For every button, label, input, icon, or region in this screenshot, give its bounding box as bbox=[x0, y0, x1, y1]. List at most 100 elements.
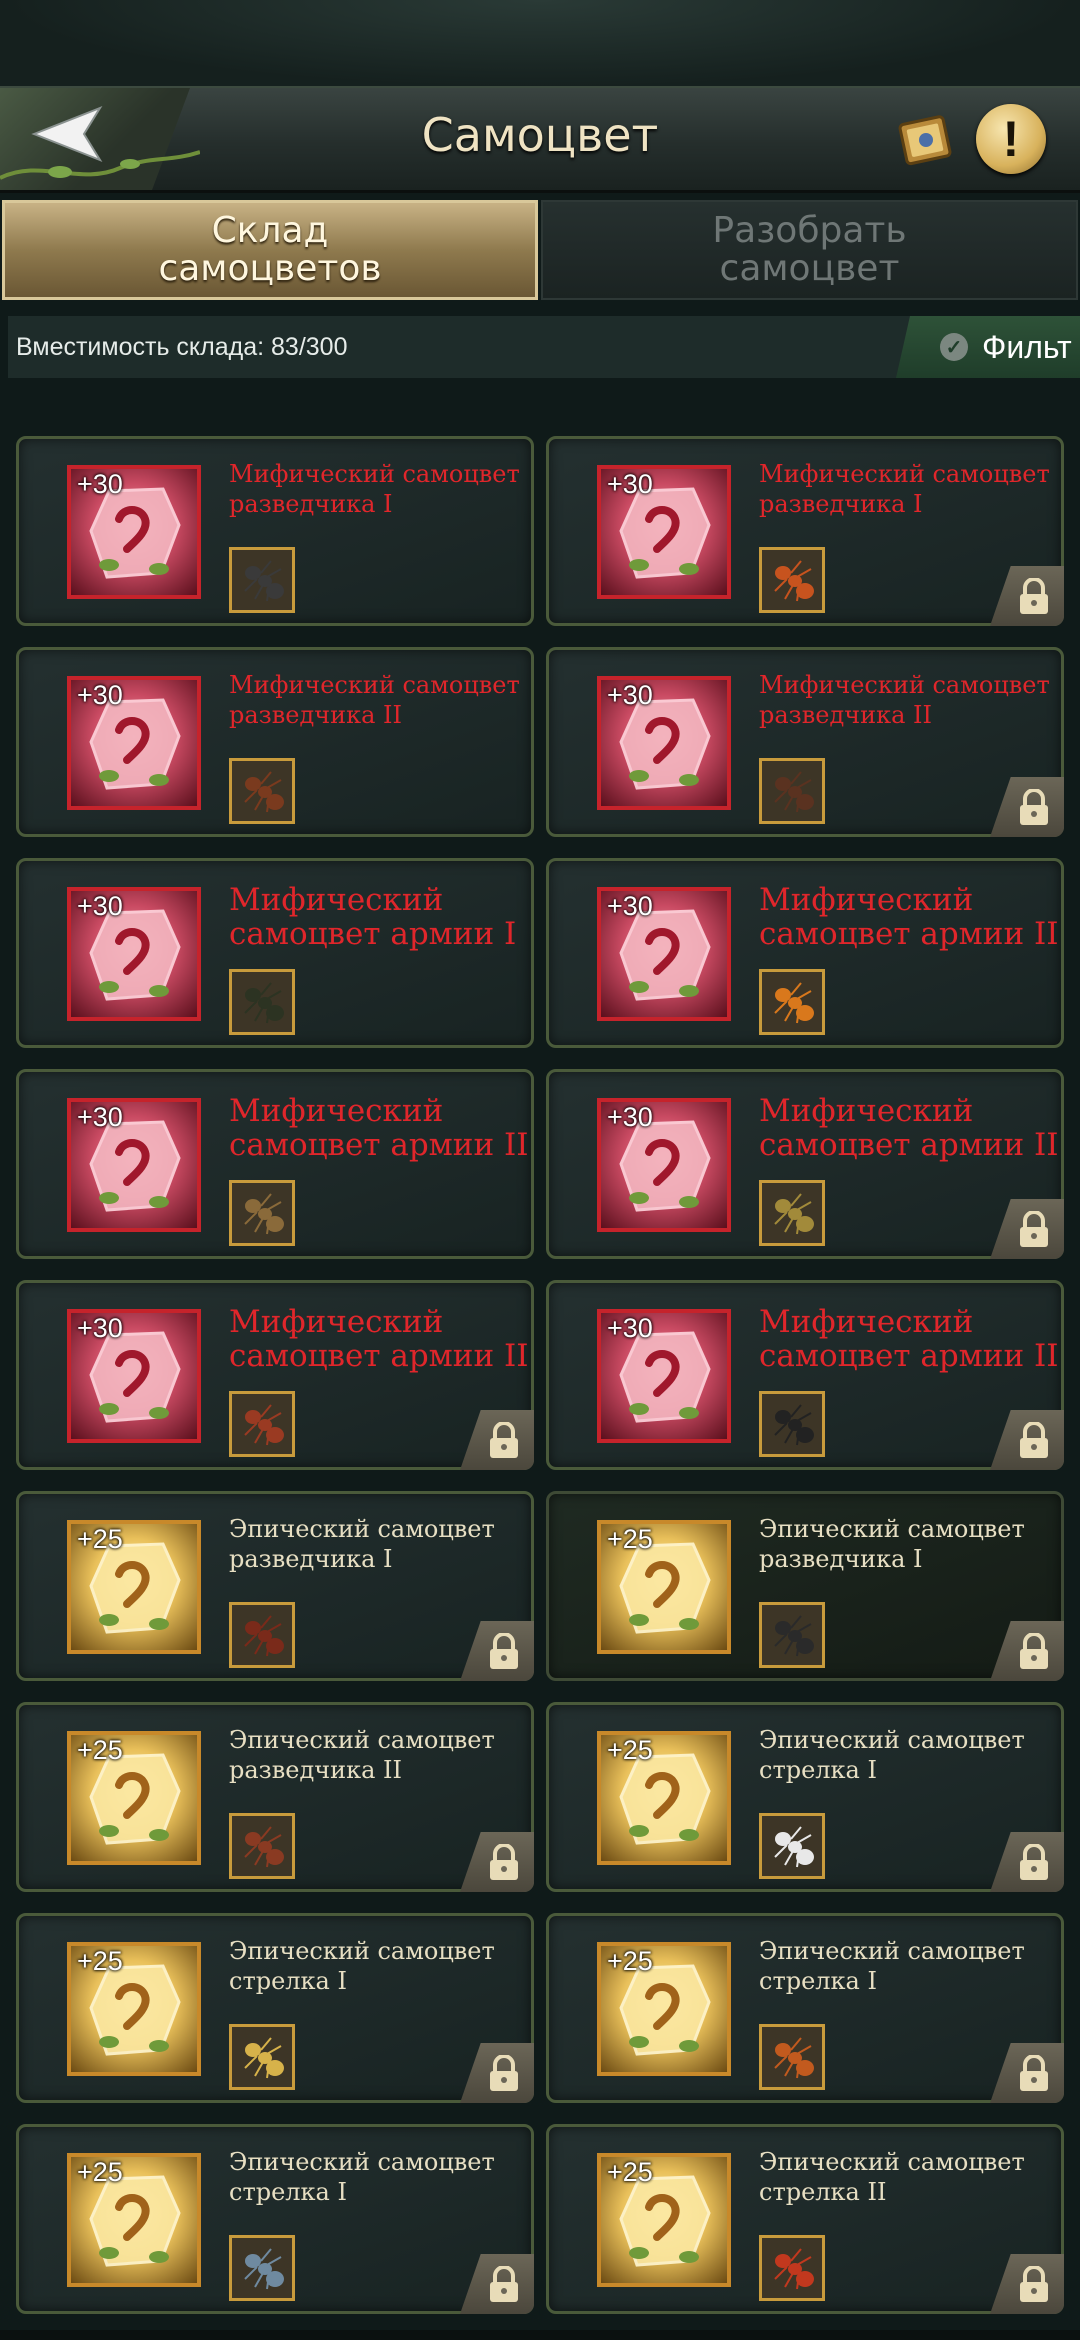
gem-card[interactable]: +25 Эпический самоцвет стрелка I bbox=[16, 2124, 534, 2314]
gem-image: +30 bbox=[597, 887, 731, 1021]
lock-button[interactable] bbox=[990, 777, 1064, 837]
lock-icon bbox=[490, 1422, 518, 1458]
lock-button[interactable] bbox=[990, 1410, 1064, 1470]
gem-level: +30 bbox=[607, 1102, 653, 1132]
gem-card[interactable]: +25 Эпический самоцвет стрелка I bbox=[546, 1913, 1064, 2103]
gem-name: Эпический самоцвет разведчика II bbox=[229, 1726, 495, 1784]
lock-icon bbox=[1020, 1422, 1048, 1458]
unit-thumbnail bbox=[229, 1602, 295, 1668]
gem-name: Эпический самоцвет разведчика I bbox=[229, 1515, 495, 1573]
gem-card[interactable]: +30 Мифический самоцвет армии II bbox=[546, 1069, 1064, 1259]
exclamation-icon: ! bbox=[1002, 111, 1020, 167]
gem-card[interactable]: +30 Мифический самоцвет разведчика II bbox=[546, 647, 1064, 837]
gem-name: Мифический самоцвет разведчика I bbox=[759, 460, 1050, 518]
gem-image: +30 bbox=[67, 1098, 201, 1232]
lock-button[interactable] bbox=[990, 2043, 1064, 2103]
ant-icon bbox=[774, 982, 814, 1024]
lock-button[interactable] bbox=[460, 2254, 534, 2314]
unit-thumbnail bbox=[759, 2024, 825, 2090]
lock-icon bbox=[490, 1844, 518, 1880]
gem-card[interactable]: +30 Мифический самоцвет разведчика II bbox=[16, 647, 534, 837]
gem-card[interactable]: +30 Мифический самоцвет армии I bbox=[16, 858, 534, 1048]
gem-image: +30 bbox=[67, 676, 201, 810]
ant-icon bbox=[244, 2248, 284, 2290]
unit-thumbnail bbox=[229, 547, 295, 613]
lock-icon bbox=[1020, 2055, 1048, 2091]
book-icon[interactable] bbox=[895, 110, 957, 170]
ant-icon bbox=[244, 2037, 284, 2079]
lock-button[interactable] bbox=[990, 2254, 1064, 2314]
gem-image: +25 bbox=[597, 2153, 731, 2287]
gem-name: Мифический самоцвет разведчика II bbox=[229, 671, 520, 729]
gem-name: Эпический самоцвет стрелка I bbox=[229, 2148, 495, 2206]
gem-level: +25 bbox=[77, 2157, 123, 2187]
unit-thumbnail bbox=[759, 1813, 825, 1879]
gem-name: Мифический самоцвет армии II bbox=[759, 1304, 1059, 1374]
gem-card[interactable]: +25 Эпический самоцвет стрелка II bbox=[546, 2124, 1064, 2314]
lock-button[interactable] bbox=[460, 1832, 534, 1892]
lock-button[interactable] bbox=[990, 1832, 1064, 1892]
gem-card[interactable]: +30 Мифический самоцвет армии II bbox=[16, 1069, 534, 1259]
gem-card[interactable]: +25 Эпический самоцвет разведчика I bbox=[546, 1491, 1064, 1681]
gem-level: +30 bbox=[77, 1313, 123, 1343]
unit-thumbnail bbox=[229, 1180, 295, 1246]
unit-thumbnail bbox=[759, 1602, 825, 1668]
lock-icon bbox=[490, 2266, 518, 2302]
unit-thumbnail bbox=[229, 2024, 295, 2090]
lock-button[interactable] bbox=[990, 1199, 1064, 1259]
lock-icon bbox=[1020, 1211, 1048, 1247]
white-ant-icon bbox=[774, 1826, 814, 1868]
gem-name: Мифический самоцвет армии II bbox=[229, 1093, 529, 1163]
unit-thumbnail bbox=[229, 1391, 295, 1457]
gem-card[interactable]: +25 Эпический самоцвет разведчика I bbox=[16, 1491, 534, 1681]
lock-button[interactable] bbox=[990, 1621, 1064, 1681]
lock-icon bbox=[490, 2055, 518, 2091]
capacity-text: Вместимость склада: 83/300 bbox=[16, 333, 348, 361]
ant-icon bbox=[774, 1404, 814, 1446]
lock-icon bbox=[1020, 2266, 1048, 2302]
lock-button[interactable] bbox=[460, 2043, 534, 2103]
bottom-strip bbox=[0, 2330, 1080, 2340]
gem-level: +30 bbox=[77, 469, 123, 499]
filter-button[interactable]: ✓ Фильт bbox=[896, 316, 1080, 378]
gem-card[interactable]: +25 Эпический самоцвет разведчика II bbox=[16, 1702, 534, 1892]
gem-name: Мифический самоцвет армии II bbox=[759, 1093, 1059, 1163]
info-button[interactable]: ! bbox=[976, 104, 1046, 174]
lock-button[interactable] bbox=[460, 1621, 534, 1681]
gem-name: Мифический самоцвет разведчика I bbox=[229, 460, 520, 518]
top-decoration bbox=[0, 0, 1080, 88]
gem-level: +30 bbox=[607, 891, 653, 921]
gem-card[interactable]: +30 Мифический самоцвет армии II bbox=[16, 1280, 534, 1470]
tab-dismantle-gem[interactable]: Разобрать самоцвет bbox=[541, 200, 1078, 300]
gem-level: +25 bbox=[607, 2157, 653, 2187]
ant-icon bbox=[244, 771, 284, 813]
unit-thumbnail bbox=[229, 969, 295, 1035]
gem-level: +25 bbox=[607, 1946, 653, 1976]
gem-image: +30 bbox=[67, 887, 201, 1021]
tab-gem-storage[interactable]: Склад самоцветов bbox=[2, 200, 538, 300]
lock-button[interactable] bbox=[990, 566, 1064, 626]
gem-card[interactable]: +30 Мифический самоцвет разведчика I bbox=[16, 436, 534, 626]
ant-icon bbox=[774, 771, 814, 813]
unit-thumbnail bbox=[229, 758, 295, 824]
check-icon: ✓ bbox=[940, 333, 968, 361]
unit-thumbnail bbox=[759, 969, 825, 1035]
gem-image: +30 bbox=[597, 1098, 731, 1232]
header-bar: Самоцвет ! bbox=[0, 88, 1080, 193]
warrior-ant-icon bbox=[244, 1193, 284, 1235]
gem-level: +30 bbox=[77, 891, 123, 921]
lock-button[interactable] bbox=[460, 1410, 534, 1470]
gem-level: +25 bbox=[77, 1946, 123, 1976]
gem-card[interactable]: +25 Эпический самоцвет стрелка I bbox=[546, 1702, 1064, 1892]
gem-card[interactable]: +30 Мифический самоцвет армии II bbox=[546, 1280, 1064, 1470]
unit-thumbnail bbox=[229, 2235, 295, 2301]
gem-image: +25 bbox=[67, 2153, 201, 2287]
gem-card[interactable]: +30 Мифический самоцвет армии II bbox=[546, 858, 1064, 1048]
gem-name: Эпический самоцвет стрелка II bbox=[759, 2148, 1025, 2206]
gem-card[interactable]: +25 Эпический самоцвет стрелка I bbox=[16, 1913, 534, 2103]
ant-icon bbox=[244, 1615, 284, 1657]
unit-thumbnail bbox=[759, 758, 825, 824]
gem-image: +25 bbox=[67, 1942, 201, 2076]
ant-icon bbox=[774, 2248, 814, 2290]
gem-card[interactable]: +30 Мифический самоцвет разведчика I bbox=[546, 436, 1064, 626]
